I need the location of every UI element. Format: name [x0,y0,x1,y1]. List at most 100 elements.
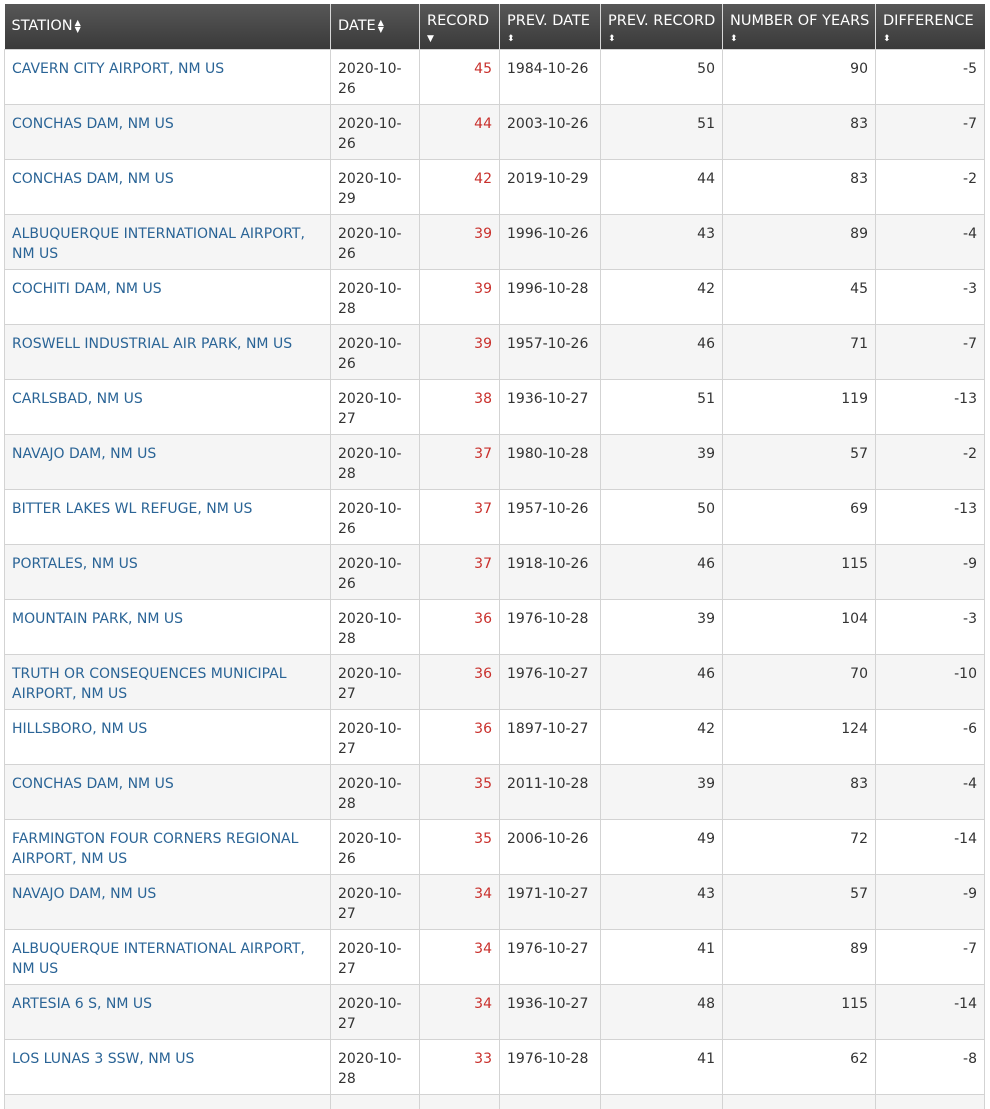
prev-date-cell [499,1093,601,1109]
station-link[interactable]: CARLSBAD, NM US [4,378,331,435]
difference-cell: -3 [875,598,985,655]
difference-cell: -13 [875,488,985,545]
station-link[interactable]: LOS LUNAS 3 SSW, NM US [4,1038,331,1095]
column-header-number-of-years[interactable]: NUMBER OF YEARS ⬍ [722,4,876,49]
station-link[interactable]: MOUNTAIN PARK, NM US [4,598,331,655]
column-header-prev-record[interactable]: PREV. RECORD ⬍ [600,4,723,49]
difference-cell: -2 [875,158,985,215]
station-link[interactable]: CONCHAS DAM, NM US [4,103,331,160]
years-cell: 45 [722,268,876,325]
difference-cell: -7 [875,103,985,160]
table-row: MOUNTAIN PARK, NM US 2020-10-28 36 1976-10-… [4,598,985,655]
station-link[interactable]: FARMINGTON FOUR CORNERS REGIONAL AIRPORT… [4,818,331,875]
prev-date-cell: 1897-10-27 [499,708,601,765]
prev-date-cell: 1957-10-26 [499,323,601,380]
header-row: STATION ▲ ▼ DATE ▲ ▼ RECORD ▼ PREV. DATE ⬍ P… [4,4,985,49]
prev-date-cell: 1976-10-27 [499,928,601,985]
prev-date-cell: 1980-10-28 [499,433,601,490]
table-row: HILLSBORO, NM US 2020-10-27 36 1897-10-27 42… [4,708,985,765]
station-link[interactable]: NAVAJO DAM, NM US [4,873,331,930]
prev-record-cell: 43 [600,873,723,930]
station-link[interactable]: CONCHAS DAM, NM US [4,763,331,820]
years-cell: 119 [722,378,876,435]
station-link[interactable]: BITTER LAKES WL REFUGE, NM US [4,488,331,545]
prev-record-cell: 46 [600,323,723,380]
station-link[interactable]: ROSWELL INDUSTRIAL AIR PARK, NM US [4,323,331,380]
sort-both-icon: ⬍ [883,34,891,44]
prev-date-cell: 2006-10-26 [499,818,601,875]
difference-cell [875,1093,985,1109]
column-header-date[interactable]: DATE ▲ ▼ [330,4,420,49]
station-link[interactable]: NAVAJO DAM, NM US [4,433,331,490]
station-link[interactable]: CONCHAS DAM, NM US [4,158,331,215]
station-link[interactable]: COCHITI DAM, NM US [4,268,331,325]
date-cell: 2020-10-28 [330,433,420,490]
record-cell: 45 [419,48,500,105]
prev-record-cell: 51 [600,378,723,435]
years-cell: 57 [722,433,876,490]
date-cell: 2020-10-26 [330,818,420,875]
table-row: ALBUQUERQUE INTERNATIONAL AIRPORT, NM US… [4,213,985,270]
date-cell: 2020-10-26 [330,543,420,600]
difference-cell: -7 [875,323,985,380]
record-cell: 35 [419,763,500,820]
difference-cell: -4 [875,763,985,820]
record-cell: 37 [419,488,500,545]
column-header-difference[interactable]: DIFFERENCE ⬍ [875,4,985,49]
sort-both-icon: ⬍ [507,34,515,44]
station-link[interactable]: ARTESIA 6 S, NM US [4,983,331,1040]
date-cell: 2020-10-28 [330,1038,420,1095]
column-header-prev-date[interactable]: PREV. DATE ⬍ [499,4,601,49]
prev-record-cell [600,1093,723,1109]
years-cell: 124 [722,708,876,765]
station-link[interactable]: CAVERN CITY AIRPORT, NM US [4,48,331,105]
difference-cell: -5 [875,48,985,105]
prev-date-cell: 1976-10-28 [499,1038,601,1095]
station-link[interactable]: ALBUQUERQUE INTERNATIONAL AIRPORT, NM US [4,928,331,985]
sort-both-icon: ▲ ▼ [377,18,384,35]
date-cell: 2020-10-26 [330,488,420,545]
column-header-label: DIFFERENCE [883,13,974,29]
years-cell: 72 [722,818,876,875]
prev-record-cell: 46 [600,543,723,600]
table-row [4,1093,985,1109]
sort-both-icon: ⬍ [730,34,738,44]
record-cell: 35 [419,818,500,875]
table-row: TRUTH OR CONSEQUENCES MUNICIPAL AIRPORT,… [4,653,985,710]
record-cell: 36 [419,708,500,765]
table-header: STATION ▲ ▼ DATE ▲ ▼ RECORD ▼ PREV. DATE ⬍ P… [4,4,985,49]
record-cell: 39 [419,323,500,380]
prev-date-cell: 1936-10-27 [499,378,601,435]
table-row: NAVAJO DAM, NM US 2020-10-28 37 1980-10-28 3… [4,433,985,490]
record-cell: 34 [419,873,500,930]
date-cell: 2020-10-27 [330,653,420,710]
prev-date-cell: 1957-10-26 [499,488,601,545]
station-link[interactable]: HILLSBORO, NM US [4,708,331,765]
years-cell: 89 [722,213,876,270]
station-link[interactable]: TRUTH OR CONSEQUENCES MUNICIPAL AIRPORT,… [4,653,331,710]
table-row: NAVAJO DAM, NM US 2020-10-27 34 1971-10-27 4… [4,873,985,930]
difference-cell: -6 [875,708,985,765]
station-link[interactable]: PORTALES, NM US [4,543,331,600]
table-row: CONCHAS DAM, NM US 2020-10-28 35 2011-10-28… [4,763,985,820]
table-row: COCHITI DAM, NM US 2020-10-28 39 1996-10-28… [4,268,985,325]
date-cell: 2020-10-26 [330,323,420,380]
record-cell: 39 [419,268,500,325]
station-link[interactable]: ALBUQUERQUE INTERNATIONAL AIRPORT, NM US [4,213,331,270]
sort-descending-icon: ▼ [427,34,434,44]
column-header-record[interactable]: RECORD ▼ [419,4,500,49]
column-header-label: STATION [11,18,73,35]
prev-record-cell: 51 [600,103,723,160]
prev-date-cell: 1996-10-26 [499,213,601,270]
record-cell: 39 [419,213,500,270]
table-row: CARLSBAD, NM US 2020-10-27 38 1936-10-27 51 1… [4,378,985,435]
table-row: CONCHAS DAM, NM US 2020-10-29 42 2019-10-29… [4,158,985,215]
date-cell: 2020-10-28 [330,598,420,655]
prev-date-cell: 1936-10-27 [499,983,601,1040]
prev-record-cell: 46 [600,653,723,710]
column-header-station[interactable]: STATION ▲ ▼ [4,4,331,49]
station-link[interactable] [4,1093,331,1109]
date-cell: 2020-10-29 [330,158,420,215]
years-cell: 83 [722,158,876,215]
date-cell: 2020-10-26 [330,213,420,270]
